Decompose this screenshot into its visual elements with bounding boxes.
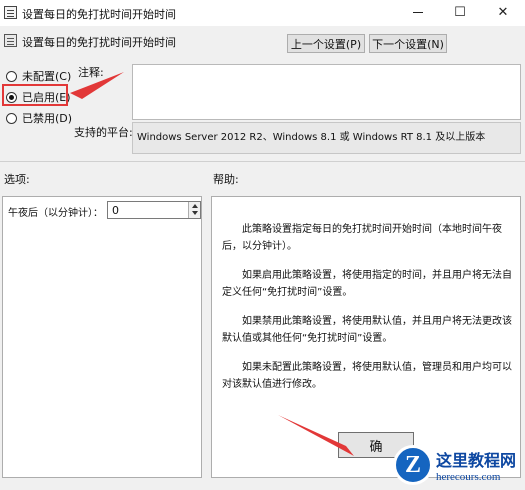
help-label: 帮助: (213, 173, 239, 186)
options-panel: 午夜后（以分钟计）： 0 (2, 196, 202, 478)
spin-arrows[interactable] (188, 202, 200, 218)
spin-up-icon[interactable] (192, 204, 198, 208)
title-bar: 设置每日的免打扰时间开始时间 ☐ ✕ (0, 0, 525, 26)
watermark-title: 这里教程网 (436, 451, 517, 470)
radio-label: 已禁用(D) (22, 112, 73, 125)
close-button[interactable]: ✕ (484, 0, 522, 24)
minutes-spinbox[interactable]: 0 (107, 201, 201, 219)
minimize-icon (413, 11, 423, 13)
policy-icon (4, 6, 17, 19)
comment-label: 注释: (78, 66, 104, 79)
minutes-after-midnight-label: 午夜后（以分钟计）： (8, 208, 103, 219)
maximize-button[interactable]: ☐ (441, 0, 479, 24)
policy-setting-icon (4, 34, 17, 47)
watermark: Z 这里教程网 herecours.com (393, 440, 525, 490)
comment-textarea[interactable] (132, 64, 521, 120)
watermark-letter: Z (404, 452, 421, 478)
annotation-highlight-box (2, 84, 68, 106)
ok-button-label: 确 (369, 439, 383, 455)
minimize-button[interactable] (399, 0, 437, 24)
policy-title: 设置每日的免打扰时间开始时间 (22, 36, 176, 49)
radio-circle (6, 112, 17, 124)
options-label: 选项: (4, 173, 30, 186)
platform-field: Windows Server 2012 R2、Windows 8.1 或 Win… (132, 122, 521, 154)
watermark-logo-icon: Z (393, 445, 433, 485)
divider (0, 161, 525, 162)
previous-setting-button[interactable]: 上一个设置(P) (287, 34, 365, 53)
minutes-value[interactable]: 0 (112, 204, 119, 217)
watermark-url: herecours.com (436, 471, 501, 483)
radio-circle (6, 70, 17, 82)
help-paragraph: 如果禁用此策略设置，将使用默认值，并且用户将无法更改该默认值或其他任何“免打扰时… (222, 316, 512, 344)
spin-down-icon[interactable] (192, 211, 198, 215)
help-paragraph: 此策略设置指定每日的免打扰时间开始时间（本地时间午夜后，以分钟计）。 (222, 224, 502, 252)
radio-disabled[interactable]: 已禁用(D) (6, 110, 72, 126)
watermark-text: 这里教程网 herecours.com (436, 447, 516, 483)
dialog-body: 设置每日的免打扰时间开始时间 上一个设置(P) 下一个设置(N) 未配置(C) … (0, 26, 525, 490)
help-paragraph: 如果启用此策略设置，将使用指定的时间，并且用户将无法自定义任何“免打扰时间”设置… (222, 270, 512, 298)
help-paragraph: 如果未配置此策略设置，将使用默认值，管理员和用户均可以对该默认值进行修改。 (222, 362, 512, 390)
platform-label: 支持的平台: (74, 126, 133, 139)
radio-not-configured[interactable]: 未配置(C) (6, 68, 71, 84)
radio-label: 未配置(C) (22, 70, 72, 83)
next-setting-button[interactable]: 下一个设置(N) (369, 34, 447, 53)
window-title: 设置每日的免打扰时间开始时间 (22, 8, 176, 21)
